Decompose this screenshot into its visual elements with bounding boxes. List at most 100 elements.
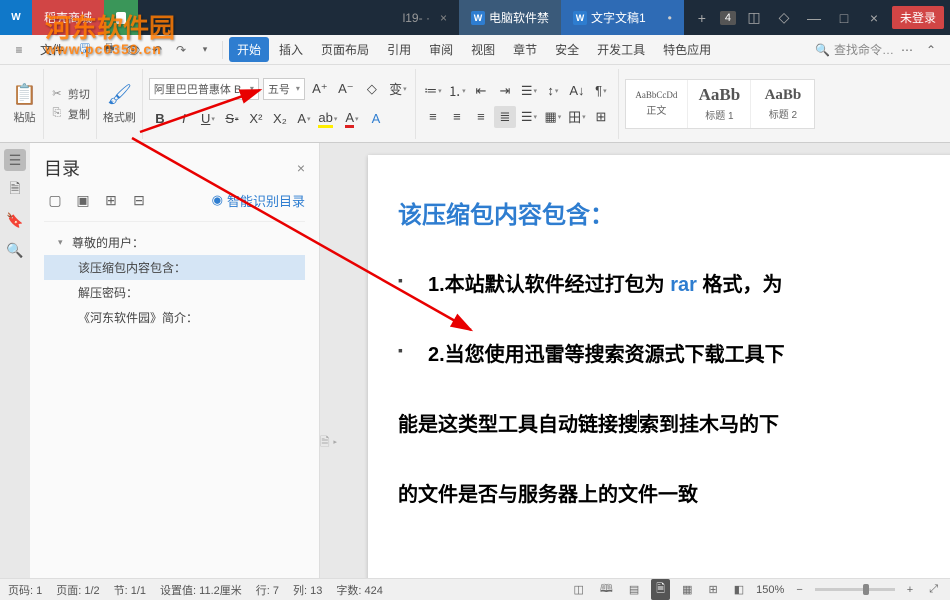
bullets-button[interactable]: ≔▾ (422, 80, 444, 102)
style-body[interactable]: AaBbCcDd正文 (626, 80, 688, 128)
tab-mid[interactable]: l19- ·× (138, 0, 459, 35)
italic-button[interactable]: I (173, 108, 195, 130)
bold-button[interactable]: B (149, 108, 171, 130)
minimize-button[interactable]: — (802, 6, 826, 30)
menu-collapse-icon[interactable]: ⌃ (920, 39, 942, 61)
fullscreen-icon[interactable]: ⤢ (925, 583, 942, 596)
underline-button[interactable]: U▾ (197, 108, 219, 130)
subscript-button[interactable]: X₂ (269, 108, 291, 130)
style-h2[interactable]: AaBb标题 2 (752, 80, 814, 128)
increase-font-button[interactable]: A⁺ (309, 78, 331, 100)
view-mode-1-icon[interactable]: ◫ (569, 583, 587, 596)
tree-node-2[interactable]: 该压缩包内容包含： (44, 255, 305, 280)
tab-count[interactable]: 4 (720, 11, 736, 25)
cut-button[interactable]: ✂剪切 (50, 84, 90, 104)
status-position[interactable]: 设置值: 11.2厘米 (160, 582, 242, 598)
titlebar-icon-2[interactable]: ◇ (772, 6, 796, 30)
qat-undo-icon[interactable]: ↶ (146, 39, 168, 61)
menu-safe[interactable]: 安全 (547, 37, 587, 62)
sort-button[interactable]: A↓ (566, 80, 588, 102)
highlight-button[interactable]: ab▾ (317, 108, 339, 130)
tab-software[interactable]: W电脑软件禁 (459, 0, 561, 35)
menu-ref[interactable]: 引用 (379, 37, 419, 62)
copy-button[interactable]: ⎘复制 (50, 104, 90, 124)
menu-insert[interactable]: 插入 (271, 37, 311, 62)
shading-button[interactable]: ▦▾ (542, 106, 564, 128)
menu-more-icon[interactable]: ⋯ (896, 39, 918, 61)
qat-preview-icon[interactable]: 👁 (122, 39, 144, 61)
font-color-button[interactable]: A▾ (341, 108, 363, 130)
menu-view[interactable]: 视图 (463, 37, 503, 62)
view-mode-5-icon[interactable]: ▦ (678, 583, 696, 596)
titlebar-icon-1[interactable]: ◫ (742, 6, 766, 30)
text-effect-button[interactable]: A▾ (293, 108, 315, 130)
tab-mall[interactable]: 稻壳商城 (32, 0, 104, 35)
status-words[interactable]: 字数: 424 (336, 582, 382, 598)
close-button[interactable]: × (862, 6, 886, 30)
menu-file[interactable]: 文件 (32, 37, 72, 62)
view-mode-6-icon[interactable]: ⊞ (705, 583, 722, 596)
panel-close-icon[interactable]: × (297, 160, 305, 176)
line-spacing-button[interactable]: ↕▾ (542, 80, 564, 102)
show-marks-button[interactable]: ¶▾ (590, 80, 612, 102)
dock-page-icon[interactable]: 🗎 (4, 179, 26, 201)
phonetic-button[interactable]: 变▾ (387, 78, 409, 100)
qat-redo-icon[interactable]: ↷ (170, 39, 192, 61)
borders-button[interactable]: 田▾ (566, 106, 588, 128)
font-name-select[interactable]: 阿里巴巴普惠体 B▾ (149, 78, 259, 100)
outline-button[interactable]: ☰▾ (518, 80, 540, 102)
decrease-font-button[interactable]: A⁻ (335, 78, 357, 100)
superscript-button[interactable]: X² (245, 108, 267, 130)
zoom-out-button[interactable]: − (792, 584, 806, 596)
distribute-button[interactable]: ☰▾ (518, 106, 540, 128)
status-row[interactable]: 行: 7 (256, 582, 279, 598)
qat-print-icon[interactable]: 🖶 (98, 39, 120, 61)
menu-dev[interactable]: 开发工具 (589, 37, 653, 62)
menu-special[interactable]: 特色应用 (655, 37, 719, 62)
align-justify-button[interactable]: ≣ (494, 106, 516, 128)
qat-save-icon[interactable]: 🖫 (74, 39, 96, 61)
view-mode-3-icon[interactable]: ▤ (625, 583, 643, 596)
align-left-button[interactable]: ≡ (422, 106, 444, 128)
tree-node-1[interactable]: ▾尊敬的用户： (44, 230, 305, 255)
collapse-all-icon[interactable]: ▢ (44, 189, 66, 211)
menu-search[interactable]: 🔍查找命令… (815, 41, 894, 58)
numbering-button[interactable]: ⒈▾ (446, 80, 468, 102)
menu-hamburger-icon[interactable]: ≡ (8, 39, 30, 61)
tab-green[interactable] (104, 0, 138, 35)
font-size-select[interactable]: 五号▾ (263, 78, 305, 100)
new-tab-button[interactable]: + (690, 6, 714, 30)
zoom-in-button[interactable]: + (903, 584, 917, 596)
align-right-button[interactable]: ≡ (470, 106, 492, 128)
view-mode-2-icon[interactable]: 🕮 (596, 580, 617, 599)
dock-outline-icon[interactable]: ☰ (4, 149, 26, 171)
status-col[interactable]: 列: 13 (293, 582, 322, 598)
tabs-button[interactable]: ⊞ (590, 106, 612, 128)
view-mode-7-icon[interactable]: ◧ (730, 583, 748, 596)
style-h1[interactable]: AaBb标题 1 (689, 80, 751, 128)
tab-document-active[interactable]: W文字文稿1• (561, 0, 684, 35)
smart-outline-button[interactable]: ◉智能识别目录 (212, 191, 305, 210)
tree-node-4[interactable]: 《河东软件园》简介： (44, 305, 305, 330)
dock-bookmark-icon[interactable]: 🔖 (4, 209, 26, 231)
expand-all-icon[interactable]: ▣ (72, 189, 94, 211)
add-icon[interactable]: ⊞ (100, 189, 122, 211)
format-brush-button[interactable]: 🖌 格式刷 (103, 82, 136, 125)
tree-node-3[interactable]: 解压密码： (44, 280, 305, 305)
login-badge[interactable]: 未登录 (892, 6, 944, 29)
status-page-code[interactable]: 页码: 1 (8, 582, 42, 598)
increase-indent-button[interactable]: ⇥ (494, 80, 516, 102)
menu-chapter[interactable]: 章节 (505, 37, 545, 62)
decrease-indent-button[interactable]: ⇤ (470, 80, 492, 102)
align-center-button[interactable]: ≡ (446, 106, 468, 128)
app-logo[interactable]: W (0, 0, 32, 35)
paste-button[interactable]: 📋 粘贴 (12, 82, 37, 125)
zoom-slider[interactable] (815, 588, 895, 591)
maximize-button[interactable]: □ (832, 6, 856, 30)
document-page[interactable]: 该压缩包内容包含： ▪1.本站默认软件经过打包为 rar 格式，为 ▪2.当您使… (368, 155, 950, 578)
zoom-level[interactable]: 150% (756, 584, 784, 596)
page-indicator[interactable]: 🗎 ▸ (320, 433, 337, 454)
strike-button[interactable]: S▾ (221, 108, 243, 130)
menu-start[interactable]: 开始 (229, 37, 269, 62)
dock-search-icon[interactable]: 🔍 (4, 239, 26, 261)
